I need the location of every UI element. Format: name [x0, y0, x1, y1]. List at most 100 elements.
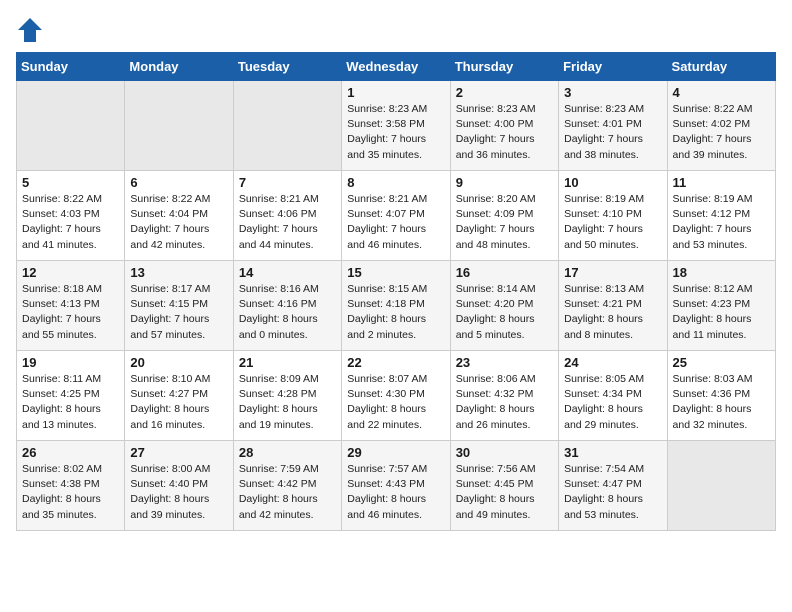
- calendar-cell: 15 Sunrise: 8:15 AM Sunset: 4:18 PM Dayli…: [342, 261, 450, 351]
- calendar-cell: 5 Sunrise: 8:22 AM Sunset: 4:03 PM Daylig…: [17, 171, 125, 261]
- calendar-cell: 10Sunrise: 8:19 AM Sunset: 4:10 PM Dayli…: [559, 171, 667, 261]
- weekday-header-sunday: Sunday: [17, 53, 125, 81]
- calendar-cell: 30 Sunrise: 7:56 AM Sunset: 4:45 PM Dayli…: [450, 441, 558, 531]
- calendar-cell: 1 Sunrise: 8:23 AM Sunset: 3:58 PM Daylig…: [342, 81, 450, 171]
- calendar-cell: 2 Sunrise: 8:23 AM Sunset: 4:00 PM Daylig…: [450, 81, 558, 171]
- day-info: Sunrise: 8:23 AM Sunset: 3:58 PM Dayligh…: [347, 102, 444, 163]
- calendar-body: 1 Sunrise: 8:23 AM Sunset: 3:58 PM Daylig…: [17, 81, 776, 531]
- calendar-cell: 31 Sunrise: 7:54 AM Sunset: 4:47 PM Dayli…: [559, 441, 667, 531]
- weekday-header-saturday: Saturday: [667, 53, 775, 81]
- day-info: Sunrise: 8:23 AM Sunset: 4:00 PM Dayligh…: [456, 102, 553, 163]
- calendar-cell: [667, 441, 775, 531]
- day-number: 10: [564, 175, 661, 190]
- day-number: 2: [456, 85, 553, 100]
- day-info: Sunrise: 8:22 AM Sunset: 4:03 PM Dayligh…: [22, 192, 119, 253]
- day-number: 13: [130, 265, 227, 280]
- calendar-cell: 4 Sunrise: 8:22 AM Sunset: 4:02 PM Daylig…: [667, 81, 775, 171]
- day-info: Sunrise: 8:22 AM Sunset: 4:02 PM Dayligh…: [673, 102, 770, 163]
- day-info: Sunrise: 8:06 AM Sunset: 4:32 PM Dayligh…: [456, 372, 553, 433]
- calendar-cell: 28 Sunrise: 7:59 AM Sunset: 4:42 PM Dayli…: [233, 441, 341, 531]
- calendar-cell: 26Sunrise: 8:02 AM Sunset: 4:38 PM Dayli…: [17, 441, 125, 531]
- day-info: Sunrise: 8:09 AM Sunset: 4:28 PM Dayligh…: [239, 372, 336, 433]
- calendar-cell: 17 Sunrise: 8:13 AM Sunset: 4:21 PM Dayli…: [559, 261, 667, 351]
- calendar-table: SundayMondayTuesdayWednesdayThursdayFrid…: [16, 52, 776, 531]
- week-row-1: 1 Sunrise: 8:23 AM Sunset: 3:58 PM Daylig…: [17, 81, 776, 171]
- week-row-5: 26Sunrise: 8:02 AM Sunset: 4:38 PM Dayli…: [17, 441, 776, 531]
- calendar-cell: [17, 81, 125, 171]
- day-info: Sunrise: 8:03 AM Sunset: 4:36 PM Dayligh…: [673, 372, 770, 433]
- day-number: 16: [456, 265, 553, 280]
- calendar-cell: 20Sunrise: 8:10 AM Sunset: 4:27 PM Dayli…: [125, 351, 233, 441]
- day-info: Sunrise: 8:22 AM Sunset: 4:04 PM Dayligh…: [130, 192, 227, 253]
- calendar-cell: 27Sunrise: 8:00 AM Sunset: 4:40 PM Dayli…: [125, 441, 233, 531]
- day-info: Sunrise: 8:16 AM Sunset: 4:16 PM Dayligh…: [239, 282, 336, 343]
- day-info: Sunrise: 8:17 AM Sunset: 4:15 PM Dayligh…: [130, 282, 227, 343]
- calendar-cell: 21 Sunrise: 8:09 AM Sunset: 4:28 PM Dayli…: [233, 351, 341, 441]
- day-number: 20: [130, 355, 227, 370]
- day-number: 12: [22, 265, 119, 280]
- day-number: 7: [239, 175, 336, 190]
- calendar-cell: 22 Sunrise: 8:07 AM Sunset: 4:30 PM Dayli…: [342, 351, 450, 441]
- day-number: 3: [564, 85, 661, 100]
- day-info: Sunrise: 8:14 AM Sunset: 4:20 PM Dayligh…: [456, 282, 553, 343]
- weekday-header-tuesday: Tuesday: [233, 53, 341, 81]
- weekday-header-wednesday: Wednesday: [342, 53, 450, 81]
- calendar-cell: 12Sunrise: 8:18 AM Sunset: 4:13 PM Dayli…: [17, 261, 125, 351]
- day-info: Sunrise: 7:59 AM Sunset: 4:42 PM Dayligh…: [239, 462, 336, 523]
- week-row-2: 5 Sunrise: 8:22 AM Sunset: 4:03 PM Daylig…: [17, 171, 776, 261]
- day-info: Sunrise: 8:21 AM Sunset: 4:07 PM Dayligh…: [347, 192, 444, 253]
- day-number: 28: [239, 445, 336, 460]
- calendar-cell: 6 Sunrise: 8:22 AM Sunset: 4:04 PM Daylig…: [125, 171, 233, 261]
- logo-icon: [16, 16, 44, 44]
- day-number: 8: [347, 175, 444, 190]
- logo: [16, 16, 48, 44]
- day-info: Sunrise: 8:13 AM Sunset: 4:21 PM Dayligh…: [564, 282, 661, 343]
- day-info: Sunrise: 7:57 AM Sunset: 4:43 PM Dayligh…: [347, 462, 444, 523]
- day-number: 1: [347, 85, 444, 100]
- day-info: Sunrise: 7:56 AM Sunset: 4:45 PM Dayligh…: [456, 462, 553, 523]
- day-number: 6: [130, 175, 227, 190]
- week-row-4: 19Sunrise: 8:11 AM Sunset: 4:25 PM Dayli…: [17, 351, 776, 441]
- calendar-cell: [233, 81, 341, 171]
- calendar-cell: 11Sunrise: 8:19 AM Sunset: 4:12 PM Dayli…: [667, 171, 775, 261]
- calendar-cell: 19Sunrise: 8:11 AM Sunset: 4:25 PM Dayli…: [17, 351, 125, 441]
- calendar-cell: 18Sunrise: 8:12 AM Sunset: 4:23 PM Dayli…: [667, 261, 775, 351]
- weekday-header-friday: Friday: [559, 53, 667, 81]
- day-info: Sunrise: 8:23 AM Sunset: 4:01 PM Dayligh…: [564, 102, 661, 163]
- day-number: 21: [239, 355, 336, 370]
- calendar-cell: 14 Sunrise: 8:16 AM Sunset: 4:16 PM Dayli…: [233, 261, 341, 351]
- calendar-cell: 13 Sunrise: 8:17 AM Sunset: 4:15 PM Dayli…: [125, 261, 233, 351]
- day-number: 31: [564, 445, 661, 460]
- day-number: 17: [564, 265, 661, 280]
- day-number: 4: [673, 85, 770, 100]
- day-number: 25: [673, 355, 770, 370]
- weekday-header-monday: Monday: [125, 53, 233, 81]
- calendar-cell: 25 Sunrise: 8:03 AM Sunset: 4:36 PM Dayli…: [667, 351, 775, 441]
- day-number: 24: [564, 355, 661, 370]
- day-number: 27: [130, 445, 227, 460]
- day-number: 18: [673, 265, 770, 280]
- calendar-cell: 24Sunrise: 8:05 AM Sunset: 4:34 PM Dayli…: [559, 351, 667, 441]
- day-number: 9: [456, 175, 553, 190]
- day-number: 22: [347, 355, 444, 370]
- day-info: Sunrise: 8:15 AM Sunset: 4:18 PM Dayligh…: [347, 282, 444, 343]
- calendar-cell: 23 Sunrise: 8:06 AM Sunset: 4:32 PM Dayli…: [450, 351, 558, 441]
- calendar-cell: 16 Sunrise: 8:14 AM Sunset: 4:20 PM Dayli…: [450, 261, 558, 351]
- week-row-3: 12Sunrise: 8:18 AM Sunset: 4:13 PM Dayli…: [17, 261, 776, 351]
- day-number: 5: [22, 175, 119, 190]
- day-info: Sunrise: 7:54 AM Sunset: 4:47 PM Dayligh…: [564, 462, 661, 523]
- calendar-cell: 3 Sunrise: 8:23 AM Sunset: 4:01 PM Daylig…: [559, 81, 667, 171]
- calendar-cell: 9Sunrise: 8:20 AM Sunset: 4:09 PM Daylig…: [450, 171, 558, 261]
- day-number: 11: [673, 175, 770, 190]
- day-number: 14: [239, 265, 336, 280]
- day-number: 15: [347, 265, 444, 280]
- day-info: Sunrise: 8:21 AM Sunset: 4:06 PM Dayligh…: [239, 192, 336, 253]
- day-info: Sunrise: 8:07 AM Sunset: 4:30 PM Dayligh…: [347, 372, 444, 433]
- day-number: 26: [22, 445, 119, 460]
- weekday-header-thursday: Thursday: [450, 53, 558, 81]
- page-header: [16, 16, 776, 44]
- day-number: 29: [347, 445, 444, 460]
- calendar-cell: [125, 81, 233, 171]
- day-number: 23: [456, 355, 553, 370]
- day-number: 30: [456, 445, 553, 460]
